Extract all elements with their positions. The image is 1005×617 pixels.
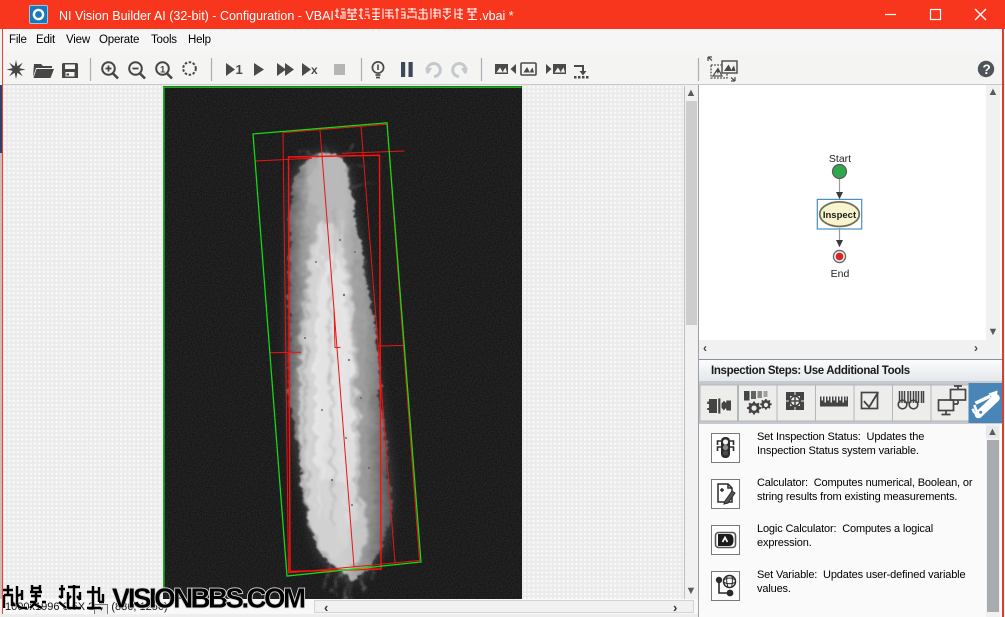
svg-text:Start: Start [829,153,851,165]
svg-text:1: 1 [160,65,166,76]
svg-text:VISIONBBS.COM: VISIONBBS.COM [112,583,306,614]
svg-text:Inspect: Inspect [823,210,857,221]
svg-text:?: ? [983,62,991,77]
svg-text:x: x [311,63,318,77]
svg-text:1: 1 [236,62,243,77]
svg-text:End: End [831,268,850,280]
